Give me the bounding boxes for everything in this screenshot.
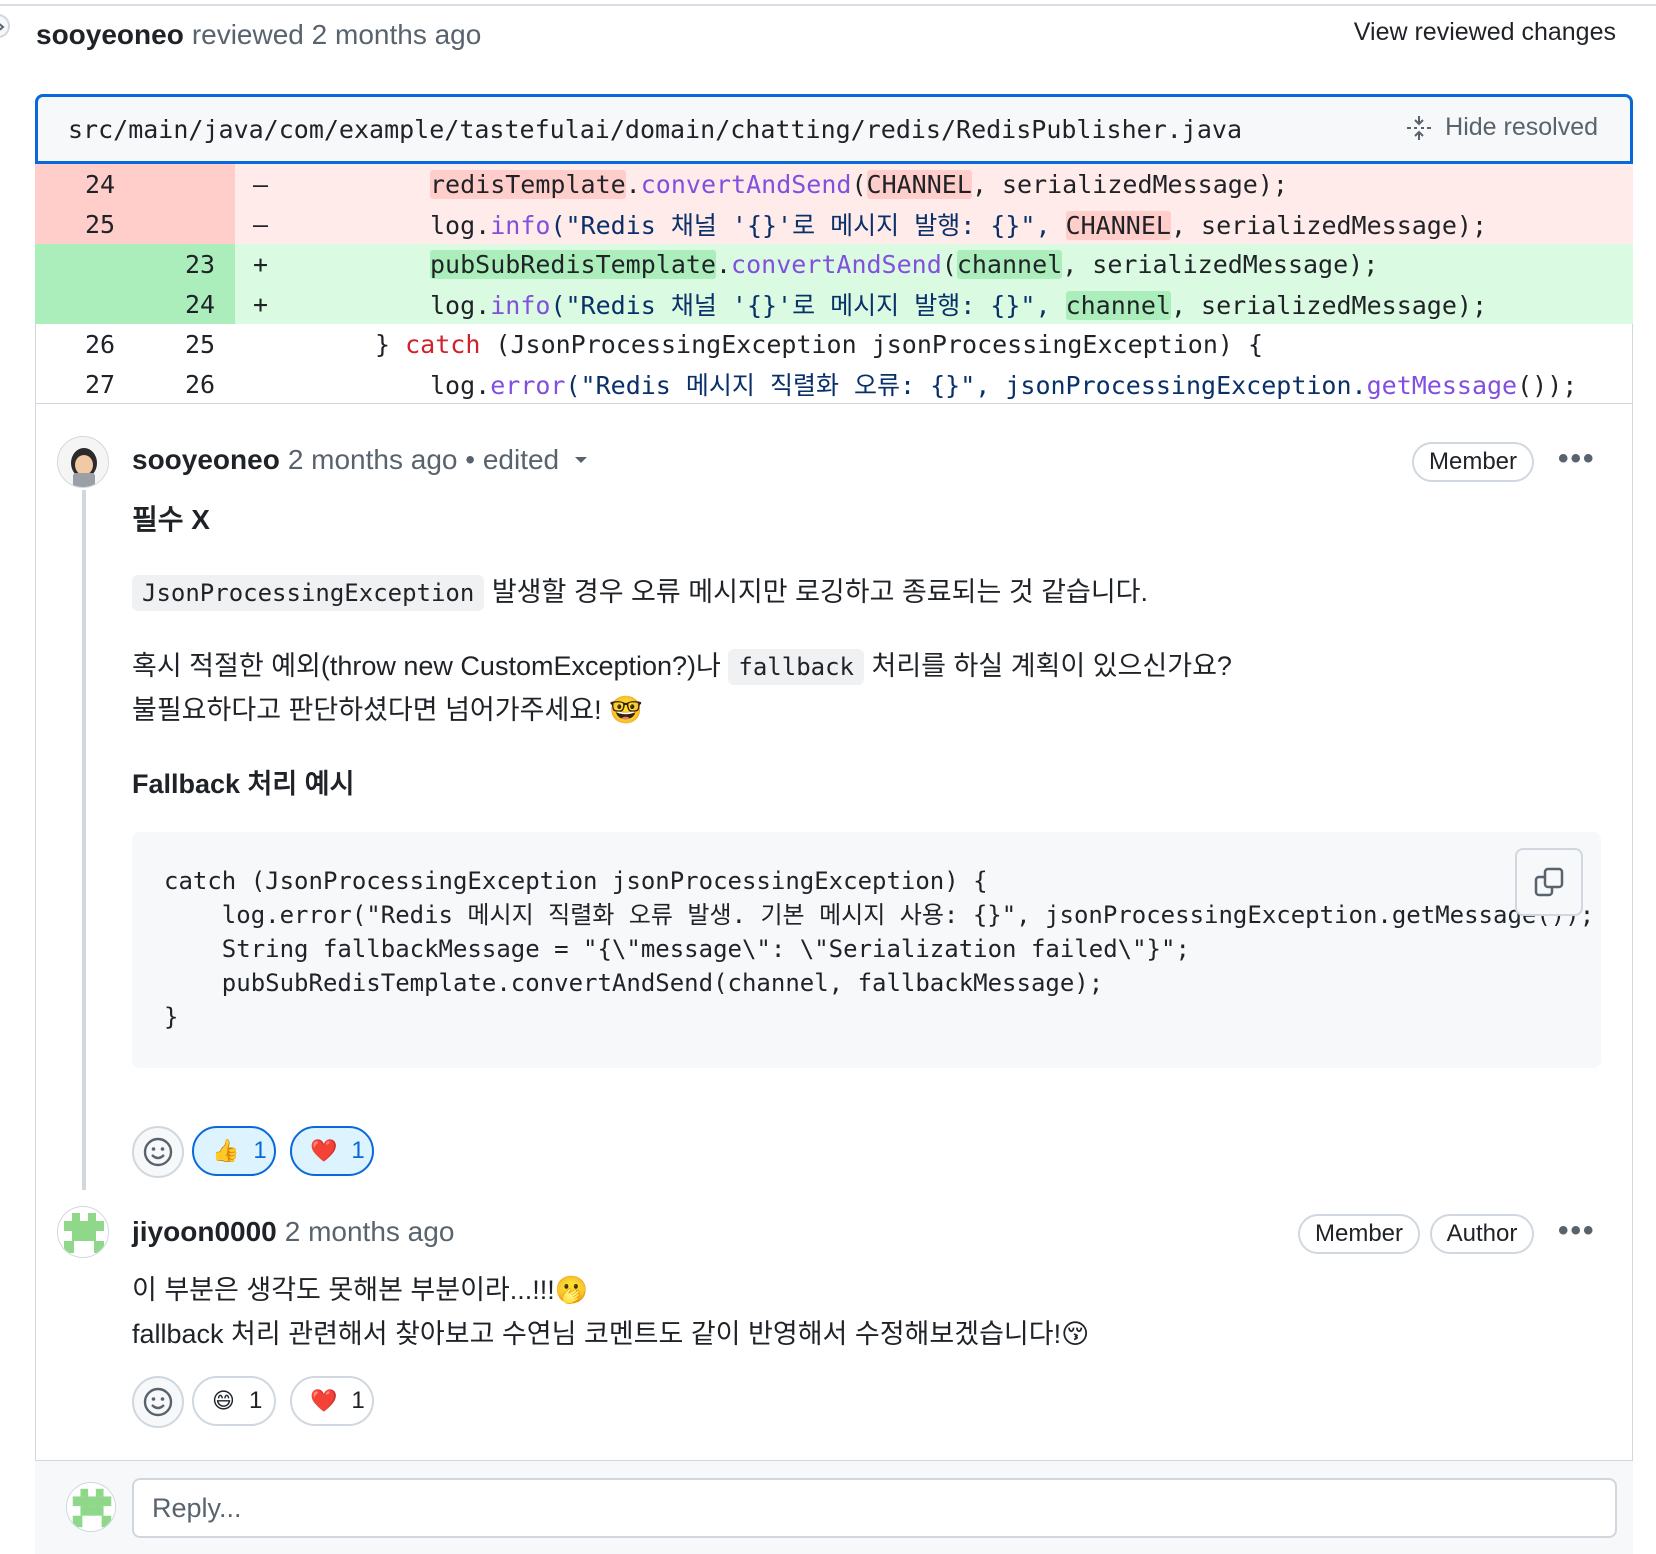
new-line-number[interactable]: 23 xyxy=(185,250,235,279)
diff-code: log.info("Redis 채널 '{}'로 메시지 발행: {}", CH… xyxy=(430,211,1488,240)
avatar-jiyoon0000[interactable] xyxy=(57,1206,109,1258)
triangle-down-icon[interactable] xyxy=(573,455,589,465)
diff-line-context: 27 26 log.error("Redis 메시지 직렬화 오류: {}", … xyxy=(35,364,1633,404)
reaction-count: 1 xyxy=(351,1137,365,1164)
inline-code: JsonProcessingException xyxy=(132,575,485,611)
comment-header: sooyeoneo 2 months ago • edited xyxy=(132,440,589,480)
old-line-number[interactable]: 25 xyxy=(85,210,135,239)
comment-header: jiyoon0000 2 months ago xyxy=(132,1212,454,1252)
new-line-number[interactable]: 24 xyxy=(185,290,235,319)
add-reaction-button[interactable] xyxy=(132,1376,184,1428)
hide-resolved-button[interactable]: Hide resolved xyxy=(1405,113,1598,142)
copy-button[interactable] xyxy=(1515,848,1583,916)
diff-line-added: 23 + pubSubRedisTemplate.convertAndSend(… xyxy=(35,244,1633,284)
comment-subheading: Fallback 처리 예시 xyxy=(132,769,355,799)
diff-code: log.info("Redis 채널 '{}'로 메시지 발행: {}", ch… xyxy=(430,291,1488,320)
add-reaction-button[interactable] xyxy=(132,1126,184,1178)
member-badge: Member xyxy=(1412,442,1534,482)
diff-line-context: 26 25 } catch (JsonProcessingException j… xyxy=(35,324,1633,364)
comment-heading: 필수 X xyxy=(132,504,210,535)
comment-meta[interactable]: 2 months ago • edited xyxy=(288,444,559,476)
review-author-link[interactable]: sooyeoneo xyxy=(36,19,184,51)
avatar-current-user xyxy=(66,1482,116,1532)
hide-resolved-label: Hide resolved xyxy=(1445,113,1598,141)
heart-icon: ❤️ xyxy=(310,1138,338,1163)
new-line-number[interactable]: 26 xyxy=(185,370,235,399)
heart-icon: ❤️ xyxy=(310,1388,338,1413)
old-line-number[interactable]: 27 xyxy=(85,370,135,399)
avatar-sooyeoneo[interactable] xyxy=(57,436,109,488)
new-line-number[interactable]: 25 xyxy=(185,330,235,359)
review-header: sooyeoneo reviewed 2 months ago xyxy=(36,14,481,56)
review-meta: reviewed 2 months ago xyxy=(191,19,482,50)
comment-paragraph: 이 부분은 생각도 못해본 부분이라...!!!🫢 xyxy=(132,1275,589,1305)
code-block: catch (JsonProcessingException jsonProce… xyxy=(132,832,1601,1068)
inline-code: fallback xyxy=(728,649,864,685)
copy-icon xyxy=(1534,867,1564,897)
reaction-heart[interactable]: ❤️ 1 xyxy=(290,1376,374,1426)
reaction-count: 1 xyxy=(351,1387,365,1414)
comment-thread-line xyxy=(82,490,86,1190)
diff-marker: – xyxy=(253,169,269,199)
fold-icon xyxy=(1407,115,1432,140)
timeline-review-icon xyxy=(0,14,10,38)
file-path-link[interactable]: src/main/java/com/example/tastefulai/dom… xyxy=(68,115,1242,144)
reply-input[interactable]: Reply... xyxy=(132,1478,1617,1538)
reaction-count: 1 xyxy=(248,1387,263,1414)
diff-code: } catch (JsonProcessingException jsonPro… xyxy=(375,329,1264,359)
comment-paragraph: fallback 처리 관련해서 찾아보고 수연님 코멘트도 같이 반영해서 수… xyxy=(132,1319,1090,1349)
comment-paragraph: 불필요하다고 판단하셨다면 넘어가주세요! 🤓 xyxy=(132,695,643,725)
reaction-thumbs-up[interactable]: 👍 1 xyxy=(192,1126,276,1176)
comment-paragraph: JsonProcessingException 발생할 경우 오류 메시지만 로… xyxy=(132,570,1148,611)
diff-marker: – xyxy=(253,209,269,239)
comment-paragraph: 혹시 적절한 예외(throw new CustomException?)나 f… xyxy=(132,644,1232,685)
kebab-horizontal-icon[interactable]: ••• xyxy=(1558,1214,1596,1248)
top-divider xyxy=(0,4,1656,6)
diff-code: redisTemplate.convertAndSend(CHANNEL, se… xyxy=(430,169,1288,199)
kebab-horizontal-icon[interactable]: ••• xyxy=(1558,442,1596,476)
laugh-icon: 😄 xyxy=(212,1388,235,1413)
reaction-heart[interactable]: ❤️ 1 xyxy=(290,1126,374,1176)
old-line-number[interactable]: 26 xyxy=(85,330,135,359)
comment-author-link[interactable]: sooyeoneo xyxy=(132,444,280,476)
author-badge: Author xyxy=(1430,1214,1534,1254)
reaction-count: 1 xyxy=(253,1137,267,1164)
reaction-laugh[interactable]: 😄 1 xyxy=(192,1376,276,1426)
diff-line-deleted: 25 – log.info("Redis 채널 '{}'로 메시지 발행: {}… xyxy=(35,204,1633,244)
view-reviewed-changes-link[interactable]: View reviewed changes xyxy=(1354,18,1616,47)
diff-code: pubSubRedisTemplate.convertAndSend(chann… xyxy=(430,249,1379,279)
diff-code: log.error("Redis 메시지 직렬화 오류: {}", jsonPr… xyxy=(430,371,1578,400)
diff-hunk: 24 – redisTemplate.convertAndSend(CHANNE… xyxy=(35,164,1633,404)
diff-line-deleted: 24 – redisTemplate.convertAndSend(CHANNE… xyxy=(35,164,1633,204)
smiley-icon xyxy=(143,1137,173,1167)
smiley-icon xyxy=(143,1387,173,1417)
member-badge: Member xyxy=(1298,1214,1420,1254)
comment-meta[interactable]: 2 months ago xyxy=(285,1216,455,1248)
comment-author-link[interactable]: jiyoon0000 xyxy=(132,1216,277,1248)
old-line-number[interactable]: 24 xyxy=(85,170,135,199)
diff-line-added: 24 + log.info("Redis 채널 '{}'로 메시지 발행: {}… xyxy=(35,284,1633,324)
diff-divider xyxy=(35,403,1633,404)
diff-marker: + xyxy=(253,249,269,279)
file-header: src/main/java/com/example/tastefulai/dom… xyxy=(35,94,1633,164)
thumbs-up-icon: 👍 xyxy=(212,1138,240,1163)
diff-marker: + xyxy=(253,289,269,319)
